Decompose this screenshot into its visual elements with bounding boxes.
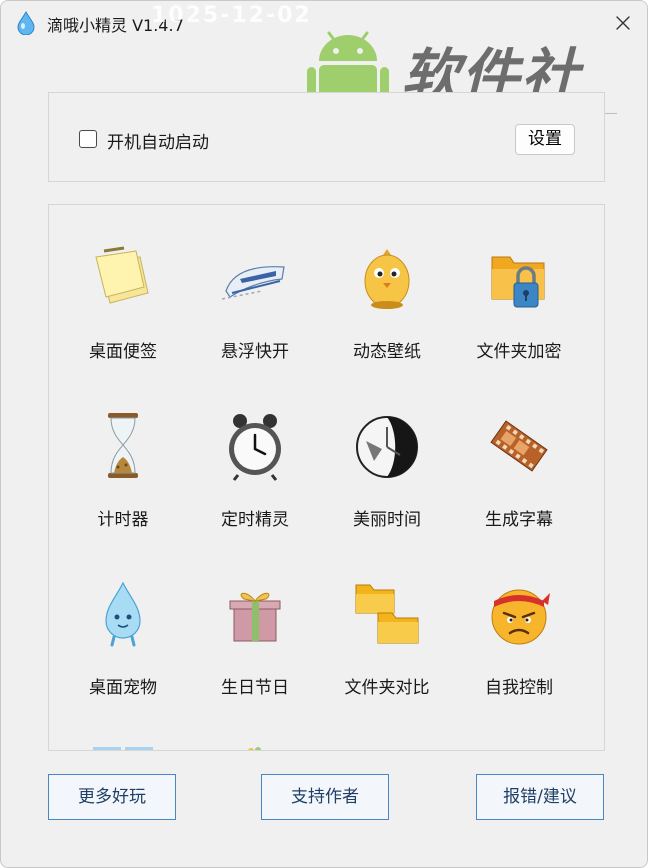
- tool-timer[interactable]: 计时器: [57, 381, 189, 531]
- tool-label: 桌面便签: [89, 342, 157, 362]
- autostart-checkbox[interactable]: [79, 130, 97, 148]
- tool-label: 文件夹对比: [344, 678, 430, 698]
- tool-self-control[interactable]: 自我控制: [453, 549, 585, 699]
- tool-label: 自我控制: [485, 678, 553, 698]
- more-fun-button[interactable]: 更多好玩: [48, 774, 176, 820]
- hourglass-icon: [108, 413, 138, 478]
- autostart-label[interactable]: 开机自动启动: [107, 128, 209, 153]
- title-bar: 滴哦小精灵 V1.4.7 1025-12-02: [1, 1, 647, 45]
- tool-label: 生日节日: [221, 678, 289, 698]
- alarm-clock-icon: [229, 414, 281, 481]
- report-suggest-button[interactable]: 报错/建议: [476, 774, 604, 820]
- support-author-button[interactable]: 支持作者: [261, 774, 389, 820]
- title-watermark: 1025-12-02: [151, 3, 312, 28]
- tool-label: 悬浮快开: [221, 342, 289, 362]
- next-row-icon-peek: [248, 747, 261, 750]
- bullet-train-icon: [222, 266, 285, 300]
- settings-button[interactable]: 设置: [515, 124, 575, 155]
- tool-folder-compare[interactable]: 文件夹对比: [321, 549, 453, 699]
- tool-timing-sprite[interactable]: 定时精灵: [189, 381, 321, 531]
- tool-label: 计时器: [97, 510, 149, 530]
- chick-icon: [364, 249, 410, 309]
- tool-live-wallpaper[interactable]: 动态壁纸: [321, 213, 453, 363]
- settings-group: 开机自动启动 设置: [48, 92, 605, 182]
- film-strip-icon: [490, 420, 548, 472]
- tool-label: 桌面宠物: [89, 678, 157, 698]
- tool-beautiful-time[interactable]: 美丽时间: [321, 381, 453, 531]
- folders-compare-icon: [355, 584, 419, 644]
- clock-face-icon: [356, 416, 418, 478]
- tool-subtitle-generator[interactable]: 生成字幕: [453, 381, 585, 531]
- tool-label: 生成字幕: [485, 510, 553, 530]
- tool-desktop-note[interactable]: 桌面便签: [57, 213, 189, 363]
- tool-folder-encrypt[interactable]: 文件夹加密: [453, 213, 585, 363]
- water-drop-pet-icon: [105, 581, 141, 647]
- sticky-note-icon: [95, 246, 149, 304]
- tool-float-launcher[interactable]: 悬浮快开: [189, 213, 321, 363]
- tool-label: 动态壁纸: [353, 342, 421, 362]
- tool-label: 文件夹加密: [476, 342, 562, 362]
- close-icon[interactable]: [609, 9, 637, 37]
- next-row-icon-peek: [93, 747, 153, 750]
- tools-grid: 桌面便签 悬浮快开 动态壁纸 文件夹加密 计时器 定时精灵 美丽时间 生成字幕 …: [48, 204, 605, 751]
- locked-folder-icon: [491, 256, 545, 308]
- gift-box-icon: [229, 592, 281, 642]
- tool-desktop-pet[interactable]: 桌面宠物: [57, 549, 189, 699]
- tool-birthday-festival[interactable]: 生日节日: [189, 549, 321, 699]
- tool-label: 美丽时间: [353, 510, 421, 530]
- app-window: 滴哦小精灵 V1.4.7 1025-12-02 软件社 rjshe.com: [0, 0, 648, 868]
- angry-face-icon: [491, 589, 550, 645]
- tool-label: 定时精灵: [221, 510, 289, 530]
- water-drop-app-icon: [17, 11, 35, 35]
